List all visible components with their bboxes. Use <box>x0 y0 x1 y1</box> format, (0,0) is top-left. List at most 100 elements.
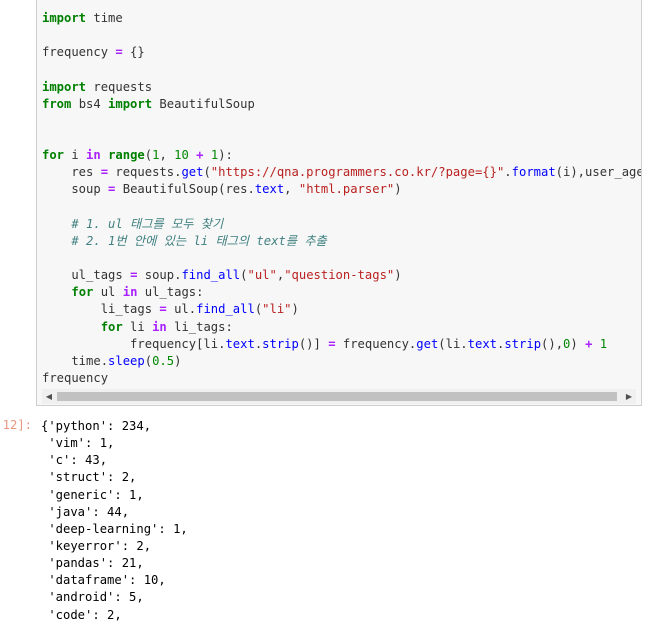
code-token: from <box>42 96 72 111</box>
code-token: soup <box>137 268 175 283</box>
scroll-right-icon[interactable]: ▶ <box>622 389 636 404</box>
code-token: ) <box>570 336 586 351</box>
code-token: + <box>196 148 204 163</box>
code-token: bs4 <box>71 96 109 111</box>
code-token: ()] <box>298 336 329 351</box>
scroll-left-icon[interactable]: ◀ <box>42 389 56 404</box>
code-line: from bs4 import BeautifulSoup <box>42 96 641 113</box>
code-line: for li in li_tags: <box>42 319 641 336</box>
scrollbar-thumb[interactable] <box>57 392 617 401</box>
code-token: for <box>71 285 94 300</box>
code-token: import <box>108 96 153 111</box>
code-token: ul_tags <box>42 268 131 283</box>
code-token: (), <box>541 336 564 351</box>
code-token: 1 <box>599 336 608 351</box>
code-token: ( <box>144 353 153 368</box>
output-line: 'code': 2, <box>41 607 122 622</box>
code-line: # 2. 1번 안에 있는 li 태그의 text를 추출 <box>42 233 641 250</box>
code-cell-input[interactable]: import time frequency = {} import requests… <box>36 0 642 406</box>
code-line: for ul in ul_tags: <box>42 284 641 301</box>
code-token: "html.parser" <box>298 182 395 197</box>
code-token: for <box>100 319 123 334</box>
code-token: soup <box>42 182 109 197</box>
code-token: , <box>159 148 175 163</box>
code-token: requests <box>108 165 175 180</box>
code-token: . <box>188 302 197 317</box>
code-token: . <box>100 353 109 368</box>
code-token: sleep <box>108 353 145 368</box>
code-editor[interactable]: import time frequency = {} import requests… <box>42 10 641 387</box>
output-line: 'generic': 1, <box>41 487 144 502</box>
code-token: {} <box>122 45 145 60</box>
code-token: time <box>42 353 101 368</box>
code-token: ) <box>394 268 402 283</box>
code-token: "question-tags" <box>284 268 395 283</box>
output-line: 'pandas': 21, <box>41 556 144 571</box>
code-line: for i in range(1, 10 + 1): <box>42 147 641 164</box>
code-line: frequency[li.text.strip()] = frequency.g… <box>42 336 641 353</box>
code-line: import requests <box>42 79 641 96</box>
code-token: text <box>225 336 255 351</box>
code-line: soup = BeautifulSoup(res.text, "html.par… <box>42 181 641 198</box>
code-token: frequency <box>335 336 409 351</box>
output-line: 'c': 43, <box>41 453 108 468</box>
code-token: ul_tags: <box>137 285 204 300</box>
code-token: 0.5 <box>152 353 175 368</box>
output-line: 'keyerror': 2, <box>41 538 152 553</box>
code-token: frequency <box>42 45 116 60</box>
code-token: = <box>159 302 167 317</box>
code-token: in <box>122 285 138 300</box>
code-token: li_tags: <box>166 319 233 334</box>
code-token: strip <box>504 336 542 351</box>
code-token: . <box>504 165 512 180</box>
code-token: (i),user_agent <box>555 165 641 180</box>
code-token: text <box>254 182 285 197</box>
code-token: "https://qna.programmers.co.kr/?page={}" <box>210 165 505 180</box>
code-token: BeautifulSoup <box>152 96 255 111</box>
code-token: ) <box>174 353 182 368</box>
horizontal-scrollbar[interactable]: ◀ ▶ <box>42 389 636 404</box>
code-line: frequency <box>42 370 641 387</box>
code-token: time <box>86 11 123 25</box>
code-token: frequency <box>42 370 109 385</box>
code-token: (li <box>438 336 461 351</box>
code-token: , <box>284 182 299 197</box>
code-token: text <box>467 336 497 351</box>
code-token: BeautifulSoup(res <box>115 182 248 197</box>
code-token: frequency[li <box>42 336 219 351</box>
output-line: 'deep-learning': 1, <box>41 521 188 536</box>
output-prompt: 12]: <box>2 418 32 432</box>
code-token: ( <box>203 165 211 180</box>
code-token: ) <box>291 302 299 317</box>
code-token: res <box>42 165 101 180</box>
output-line: 'java': 44, <box>41 504 130 519</box>
code-token: "ul" <box>247 268 277 283</box>
code-line: time.sleep(0.5) <box>42 353 641 370</box>
code-token: find_all <box>181 268 241 283</box>
code-token: i <box>64 148 87 163</box>
output-line: 'struct': 2, <box>41 470 137 485</box>
code-token: import <box>42 11 87 25</box>
code-token: in <box>86 148 101 163</box>
output-line: 'vim': 1, <box>41 436 115 451</box>
code-line: import time <box>42 10 641 27</box>
code-token: strip <box>262 336 299 351</box>
code-token: . <box>247 182 255 197</box>
code-token: = <box>100 165 109 180</box>
code-token: li_tags <box>42 302 160 317</box>
code-token: get <box>181 165 204 180</box>
code-token: = <box>328 336 336 351</box>
code-token: for <box>42 148 65 163</box>
code-token: import <box>42 79 87 94</box>
output-line: 'dataframe': 10, <box>41 573 166 588</box>
